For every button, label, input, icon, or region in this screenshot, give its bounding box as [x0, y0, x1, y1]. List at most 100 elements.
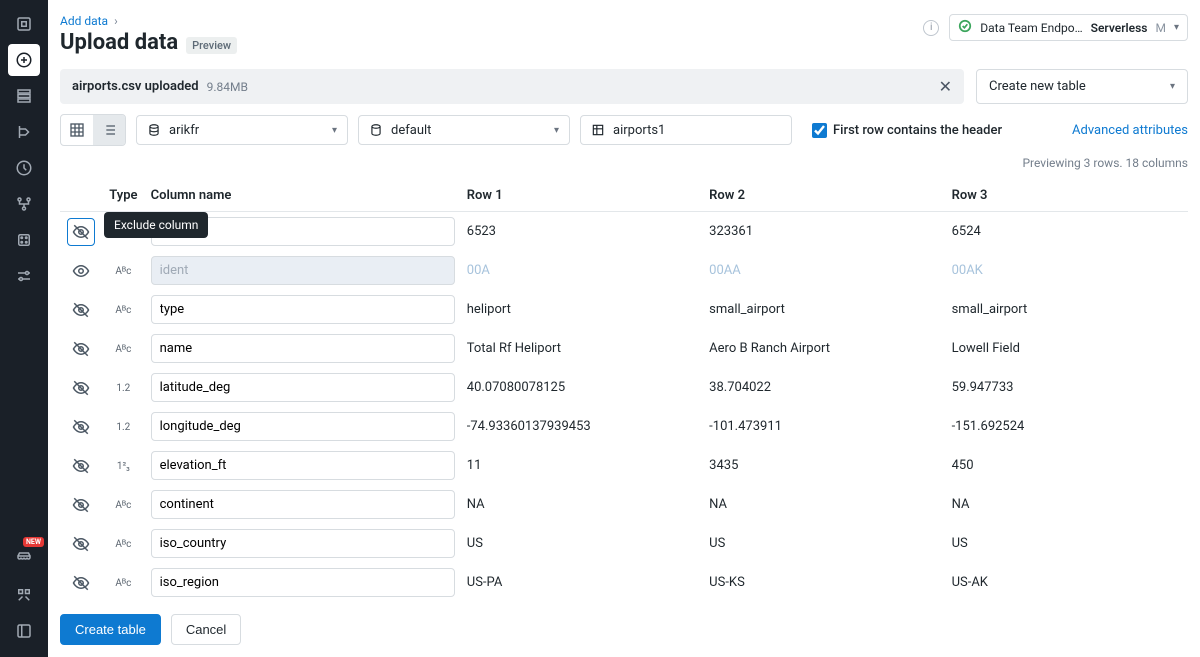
sidebar-logo[interactable] — [8, 8, 40, 40]
row1-value: 00A — [461, 251, 703, 290]
row3-value: 6524 — [946, 212, 1188, 252]
endpoint-selector[interactable]: Data Team Endpo… Serverless M ▾ — [949, 14, 1188, 41]
row2-value: 323361 — [703, 212, 945, 252]
table-name-value: airports1 — [613, 123, 665, 138]
type-icon: Aᴮc — [113, 344, 133, 355]
create-table-label: Create new table — [989, 79, 1086, 94]
row3-value: US-AK — [946, 563, 1188, 602]
exclude-toggle[interactable] — [67, 335, 95, 363]
exclude-toggle[interactable] — [67, 491, 95, 519]
sidebar-settings[interactable] — [8, 260, 40, 292]
row1-value: NA — [461, 485, 703, 524]
type-icon: Aᴮc — [113, 500, 133, 511]
th-row3: Row 3 — [946, 180, 1188, 212]
breadcrumb-parent[interactable]: Add data — [60, 14, 108, 28]
row2-value: NA — [703, 485, 945, 524]
breadcrumb[interactable]: Add data › — [60, 14, 237, 28]
remove-file-icon[interactable]: ✕ — [939, 77, 952, 96]
cancel-button[interactable]: Cancel — [171, 614, 241, 645]
schema-value: default — [391, 123, 431, 138]
chevron-down-icon: ▾ — [554, 125, 559, 136]
exclude-toggle[interactable] — [67, 296, 95, 324]
main-content: Add data › Upload data Preview i Data Te… — [48, 0, 1200, 657]
row2-value: US-KS — [703, 563, 945, 602]
row3-value: 450 — [946, 446, 1188, 485]
database-icon — [147, 123, 161, 137]
row1-value: Total Rf Heliport — [461, 329, 703, 368]
view-grid-button[interactable] — [61, 115, 93, 145]
row1-value: -74.93360137939453 — [461, 407, 703, 446]
new-badge: NEW — [23, 537, 44, 547]
row3-value: -151.692524 — [946, 407, 1188, 446]
sidebar-add[interactable] — [8, 44, 40, 76]
column-name-input[interactable] — [151, 412, 455, 441]
row1-value: US-PA — [461, 563, 703, 602]
sidebar-panel[interactable] — [8, 615, 40, 647]
row2-value: Aero B Ranch Airport — [703, 329, 945, 368]
exclude-toggle[interactable] — [67, 530, 95, 558]
advanced-attributes-link[interactable]: Advanced attributes — [1072, 123, 1188, 138]
sidebar-expand[interactable] — [8, 579, 40, 611]
row2-value: US — [703, 524, 945, 563]
exclude-toggle[interactable] — [67, 569, 95, 597]
row3-value: small_airport — [946, 290, 1188, 329]
file-size: 9.84MB — [207, 80, 248, 94]
row1-value: heliport — [461, 290, 703, 329]
chevron-down-icon: ▾ — [1170, 81, 1175, 92]
row1-value: 11 — [461, 446, 703, 485]
sidebar-marketplace[interactable]: NEW — [8, 543, 40, 575]
info-icon[interactable]: i — [923, 20, 939, 36]
preview-info: Previewing 3 rows. 18 columns — [60, 156, 1188, 170]
sidebar-workflows[interactable] — [8, 116, 40, 148]
exclude-toggle[interactable] — [67, 413, 95, 441]
exclude-toggle[interactable] — [67, 452, 95, 480]
catalog-dropdown[interactable]: arikfr ▾ — [136, 115, 348, 145]
type-icon: 1²₃ — [113, 461, 133, 472]
column-name-input[interactable] — [151, 256, 455, 285]
column-name-input[interactable] — [151, 568, 455, 597]
th-row1: Row 1 — [461, 180, 703, 212]
column-name-input[interactable] — [151, 490, 455, 519]
type-icon: Aᴮc — [113, 539, 133, 550]
row3-value: NA — [946, 485, 1188, 524]
header-row-checkbox[interactable] — [812, 123, 827, 138]
exclude-toggle[interactable] — [67, 218, 95, 246]
type-icon: 1.2 — [113, 422, 133, 433]
create-table-button[interactable]: Create table — [60, 614, 161, 645]
exclude-toggle[interactable] — [67, 374, 95, 402]
row1-value: Bensalem — [461, 602, 703, 604]
column-name-input[interactable] — [151, 529, 455, 558]
row2-value: small_airport — [703, 290, 945, 329]
row3-value: US — [946, 524, 1188, 563]
left-sidebar: NEW — [0, 0, 48, 657]
sidebar-history[interactable] — [8, 152, 40, 184]
exclude-toggle[interactable] — [67, 257, 95, 285]
file-name: airports.csv uploaded — [72, 79, 199, 94]
row2-value: 00AA — [703, 251, 945, 290]
th-type: Type — [102, 180, 144, 212]
row3-value: Anchor Point — [946, 602, 1188, 604]
chevron-down-icon: ▾ — [1174, 22, 1179, 33]
sidebar-catalog[interactable] — [8, 80, 40, 112]
column-name-input[interactable] — [151, 373, 455, 402]
catalog-value: arikfr — [169, 123, 199, 138]
create-table-dropdown[interactable]: Create new table ▾ — [976, 69, 1188, 104]
view-list-button[interactable] — [93, 115, 125, 145]
table-name-input[interactable]: airports1 — [580, 115, 792, 145]
exclude-tooltip: Exclude column — [104, 212, 208, 238]
type-icon: 1.2 — [113, 383, 133, 394]
table-icon — [591, 123, 605, 137]
sidebar-lineage[interactable] — [8, 188, 40, 220]
sidebar-compute[interactable] — [8, 224, 40, 256]
column-name-input[interactable] — [151, 451, 455, 480]
column-name-input[interactable] — [151, 295, 455, 324]
th-row2: Row 2 — [703, 180, 945, 212]
row3-value: Lowell Field — [946, 329, 1188, 368]
column-name-input[interactable] — [151, 334, 455, 363]
type-icon: Aᴮc — [113, 578, 133, 589]
row3-value: 59.947733 — [946, 368, 1188, 407]
endpoint-name: Data Team Endpo… — [980, 21, 1082, 35]
schema-dropdown[interactable]: default ▾ — [358, 115, 570, 145]
endpoint-size: M — [1155, 21, 1165, 35]
type-icon: Aᴮc — [113, 266, 133, 277]
